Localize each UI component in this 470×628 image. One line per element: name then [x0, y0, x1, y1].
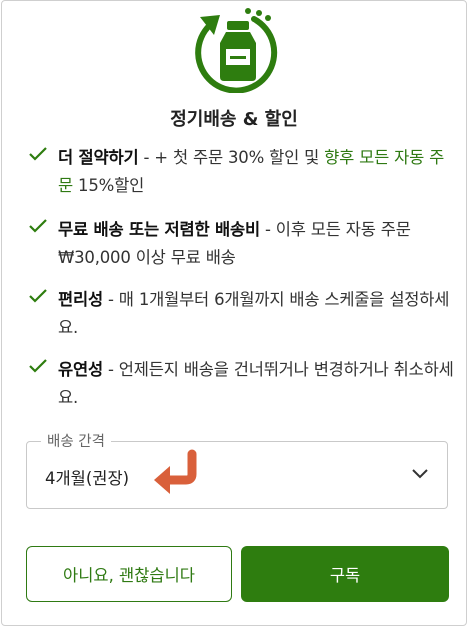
checkmark-icon [29, 289, 47, 303]
subscribe-button[interactable]: 구독 [241, 546, 449, 602]
annotation-arrow-icon [154, 449, 197, 494]
delivery-interval-label: 배송 간격 [41, 430, 111, 451]
checkmark-icon [29, 147, 47, 161]
benefit-text: - + 첫 주문 30% 할인 및 [138, 148, 325, 167]
chevron-down-icon [412, 469, 428, 479]
checkmark-icon [29, 359, 47, 373]
benefit-convenience: 편리성 - 매 1개월부터 6개월까지 배송 스케줄을 설정하세요. [28, 286, 458, 342]
auto-refill-bottle-icon [195, 8, 278, 93]
benefit-flexibility: 유연성 - 언제든지 배송을 건너뛰거나 변경하거나 취소하세요. [28, 356, 458, 412]
benefit-text-suffix: 15%할인 [72, 176, 145, 195]
benefit-title: 편리성 [58, 290, 103, 309]
benefit-title: 유연성 [58, 360, 103, 379]
benefit-free-shipping: 무료 배송 또는 저렴한 배송비 - 이후 모든 자동 주문 ₩30,000 이… [28, 216, 458, 272]
dialog-title: 정기배송 & 할인 [170, 109, 298, 130]
subscription-dialog: 정기배송 & 할인 더 절약하기 - + 첫 주문 30% 할인 및 향후 모든… [1, 0, 467, 626]
benefit-title: 무료 배송 또는 저렴한 배송비 [58, 220, 260, 239]
benefit-save-more: 더 절약하기 - + 첫 주문 30% 할인 및 향후 모든 자동 주문 15%… [28, 144, 458, 200]
checkmark-icon [29, 219, 47, 233]
delivery-interval-value: 4개월(권장) [45, 469, 130, 488]
decline-button[interactable]: 아니요, 괜찮습니다 [26, 546, 232, 602]
benefit-text: - 언제든지 배송을 건너뛰거나 변경하거나 취소하세요. [58, 360, 454, 407]
delivery-interval-select[interactable]: 배송 간격 4개월(권장) [26, 430, 448, 509]
benefit-text: - 매 1개월부터 6개월까지 배송 스케줄을 설정하세요. [58, 290, 450, 337]
benefit-title: 더 절약하기 [58, 148, 139, 167]
